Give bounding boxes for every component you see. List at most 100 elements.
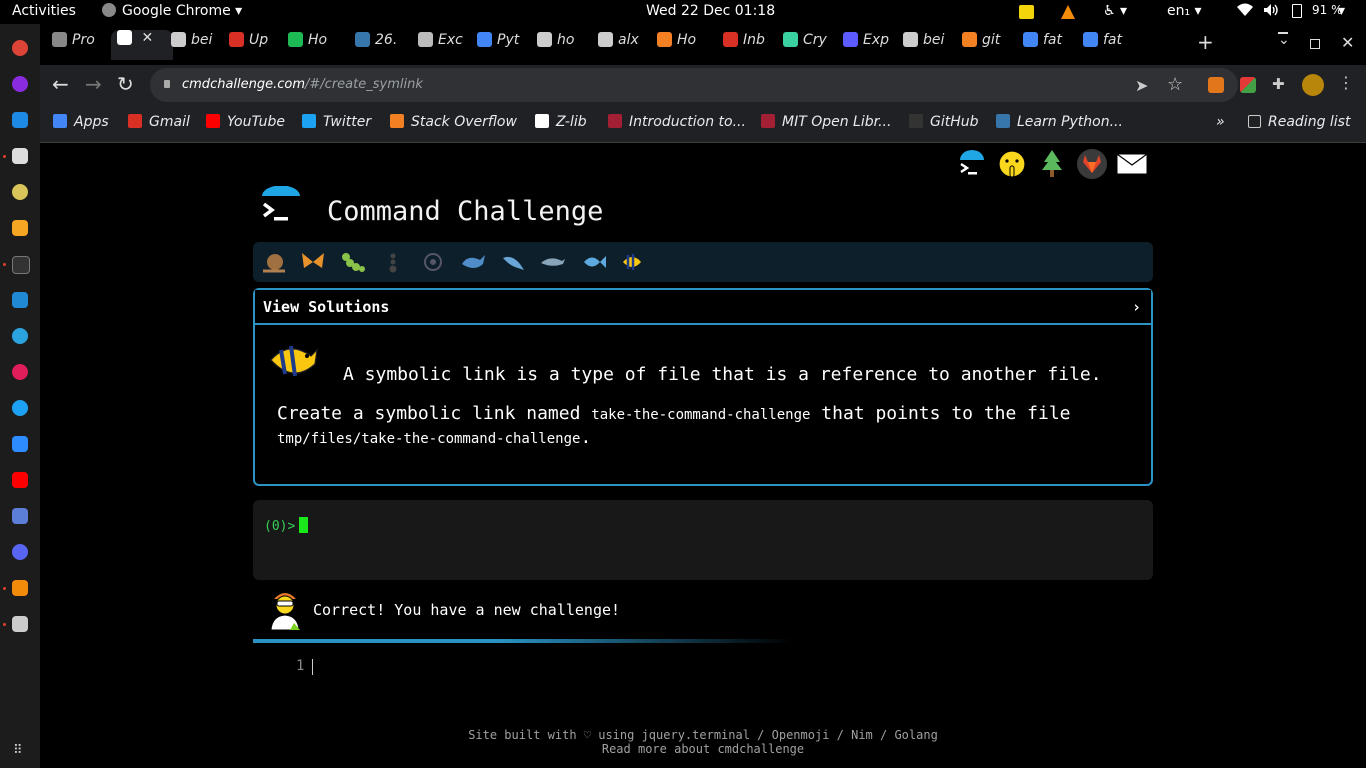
bookmark-8[interactable]: GitHub: [909, 114, 979, 130]
vlc-tray-icon[interactable]: [1061, 5, 1075, 19]
back-arrow-icon[interactable]: ←: [52, 74, 69, 94]
bookmark-9[interactable]: Learn Python...: [996, 114, 1123, 130]
bookmarks-overflow-icon[interactable]: »: [1216, 114, 1225, 130]
tab-17[interactable]: fat: [1083, 32, 1135, 58]
tab-10[interactable]: Ho: [657, 32, 709, 58]
language-indicator[interactable]: en₁ ▾: [1167, 3, 1202, 19]
tab-5[interactable]: 26.: [355, 32, 407, 58]
bookmark-7[interactable]: MIT Open Libr...: [761, 114, 891, 130]
forward-arrow-icon[interactable]: →: [85, 74, 102, 94]
chevron-right-icon[interactable]: ›: [1132, 298, 1141, 316]
url-text[interactable]: cmdchallenge.com/#/create_symlink: [182, 77, 423, 92]
extensions-puzzle-icon[interactable]: ✚: [1272, 75, 1288, 93]
power-menu-icon[interactable]: ▾: [1338, 3, 1345, 19]
footer-read-more-link[interactable]: Read more about cmdchallenge: [40, 742, 1366, 756]
tab-11[interactable]: Inb: [723, 32, 775, 58]
bookmark-3[interactable]: Twitter: [302, 114, 371, 130]
tab-14[interactable]: bei: [903, 32, 955, 58]
clock[interactable]: Wed 22 Dec 01:18: [646, 3, 775, 19]
tab-13[interactable]: Exp: [843, 32, 895, 58]
maximize-icon[interactable]: [1310, 39, 1320, 49]
volume-icon[interactable]: [1263, 3, 1279, 17]
gitlab-icon[interactable]: [1076, 148, 1108, 180]
files-dock-icon[interactable]: [12, 148, 28, 164]
view-solutions-header[interactable]: View Solutions ›: [255, 290, 1151, 325]
caterpillar-icon[interactable]: [340, 250, 366, 274]
tab-4[interactable]: Ho: [288, 32, 340, 58]
tab-16[interactable]: fat: [1023, 32, 1075, 58]
tab-search-chevron-icon[interactable]: ⌄: [1278, 32, 1290, 48]
vlc-dock-icon[interactable]: [12, 580, 28, 596]
slack-dock-icon[interactable]: [12, 364, 28, 380]
bookmark-0[interactable]: Apps: [53, 114, 109, 130]
tab-0[interactable]: Pro: [52, 32, 104, 58]
rhythmbox-dock-icon[interactable]: [12, 184, 28, 200]
battery-icon[interactable]: [1292, 4, 1302, 18]
snail-icon[interactable]: [261, 250, 287, 274]
close-window-icon[interactable]: ✕: [1341, 33, 1354, 52]
tree-icon[interactable]: [1036, 148, 1068, 180]
discord-dock-icon[interactable]: [12, 544, 28, 560]
butterfly-icon[interactable]: [300, 250, 326, 274]
tab-8[interactable]: ho: [537, 32, 589, 58]
tab-12[interactable]: Cry: [783, 32, 835, 58]
vscode-dock-icon[interactable]: [12, 292, 28, 308]
chrome-menu-icon[interactable]: ⋮: [1338, 73, 1354, 92]
bookmark-6[interactable]: Introduction to...: [608, 114, 746, 130]
lock-icon[interactable]: [164, 80, 170, 88]
view-solutions-label[interactable]: View Solutions: [263, 298, 389, 316]
app-menu[interactable]: Google Chrome ▾: [102, 3, 242, 19]
tab-15[interactable]: git: [962, 32, 1014, 58]
dolphin-icon[interactable]: [540, 250, 566, 274]
extension-icon[interactable]: [1240, 77, 1256, 93]
docs-dock-icon[interactable]: [12, 508, 28, 524]
shushing-face-icon[interactable]: [996, 148, 1028, 180]
profile-avatar[interactable]: [1302, 74, 1324, 96]
tab-7[interactable]: Pyt: [477, 32, 529, 58]
reading-list-button[interactable]: Reading list: [1248, 114, 1350, 130]
tor-dock-icon[interactable]: [12, 76, 28, 92]
document-viewer-dock-icon[interactable]: [12, 616, 28, 632]
zoom-dock-icon[interactable]: [12, 436, 28, 452]
send-icon[interactable]: ➤: [1135, 76, 1148, 95]
editor-caret[interactable]: [312, 659, 313, 675]
twitter-dock-icon[interactable]: [12, 400, 28, 416]
tab-6[interactable]: Exc: [418, 32, 470, 58]
telegram-dock-icon[interactable]: [12, 328, 28, 344]
ant-icon[interactable]: [380, 250, 406, 274]
tab-9[interactable]: alx: [598, 32, 650, 58]
terminal-prompt[interactable]: (0)>: [264, 517, 309, 534]
activities-button[interactable]: Activities: [12, 3, 76, 19]
address-bar[interactable]: cmdchallenge.com/#/create_symlink ➤ ☆: [150, 68, 1238, 102]
terminal[interactable]: (0)>: [253, 500, 1153, 580]
sticky-notes-icon[interactable]: [1019, 5, 1034, 19]
minimize-icon[interactable]: [1278, 32, 1288, 34]
tab-2[interactable]: bei: [171, 32, 223, 58]
cmdchallenge-logo-icon[interactable]: [956, 148, 988, 180]
close-tab-icon[interactable]: ✕: [137, 30, 153, 46]
tab-1[interactable]: ✕: [111, 30, 173, 60]
tropical-fish-icon[interactable]: [620, 250, 646, 274]
youtube-dock-icon[interactable]: [12, 472, 28, 488]
helm-icon[interactable]: [420, 250, 446, 274]
seal-icon[interactable]: [500, 250, 526, 274]
metamask-extension-icon[interactable]: [1208, 77, 1224, 93]
reload-icon[interactable]: ↻: [117, 74, 134, 94]
bookmark-star-icon[interactable]: ☆: [1167, 74, 1183, 95]
terminal-dock-icon[interactable]: [12, 256, 30, 274]
bookmark-4[interactable]: Stack Overflow: [390, 114, 517, 130]
tab-3[interactable]: Up: [229, 32, 281, 58]
bookmark-1[interactable]: Gmail: [128, 114, 190, 130]
thunderbird-dock-icon[interactable]: [12, 112, 28, 128]
show-applications-icon[interactable]: ⠿: [13, 744, 22, 757]
chrome-dock-icon[interactable]: [12, 40, 28, 56]
bookmark-5[interactable]: Z-lib: [535, 114, 587, 130]
archive-dock-icon[interactable]: [12, 220, 28, 236]
wifi-icon[interactable]: [1237, 3, 1253, 17]
bookmark-2[interactable]: YouTube: [206, 114, 285, 130]
email-icon[interactable]: [1116, 148, 1148, 180]
new-tab-icon[interactable]: +: [1197, 30, 1214, 54]
fish-icon[interactable]: [580, 250, 606, 274]
accessibility-icon[interactable]: ♿ ▾: [1103, 3, 1127, 19]
whale-icon[interactable]: [460, 250, 486, 274]
